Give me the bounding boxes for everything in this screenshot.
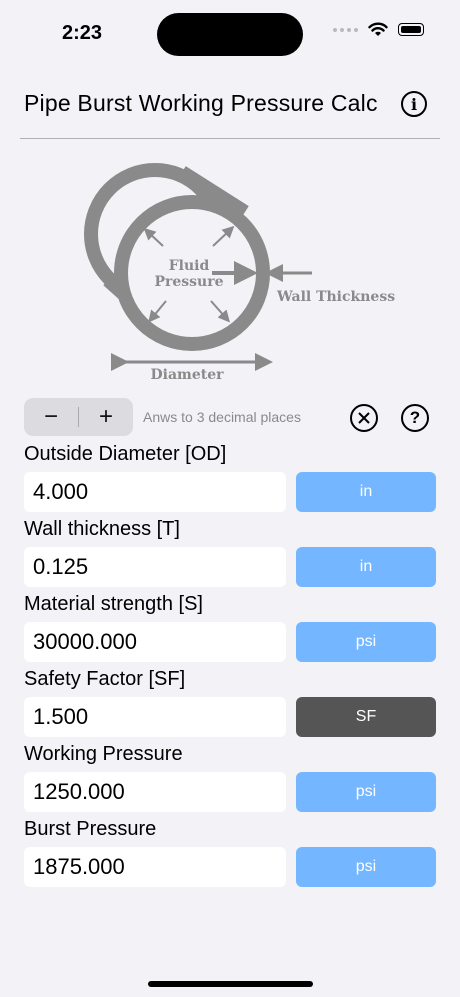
- wifi-icon: [368, 22, 388, 36]
- status-icons: [333, 22, 424, 37]
- help-button[interactable]: ?: [401, 404, 429, 432]
- page-title: Pipe Burst Working Pressure Calc: [24, 90, 378, 116]
- pipe-shape: [84, 163, 270, 351]
- clear-button[interactable]: [350, 404, 378, 432]
- burst-pressure-input[interactable]: 1875.000: [24, 847, 286, 887]
- fluid-label-2: Pressure: [154, 274, 223, 290]
- wall-thickness-unit-button[interactable]: in: [296, 547, 436, 587]
- wall-thickness-label-field: Wall thickness [T]: [24, 518, 180, 540]
- material-strength-label: Material strength [S]: [24, 593, 203, 615]
- burst-pressure-unit-button[interactable]: psi: [296, 847, 436, 887]
- od-unit-button[interactable]: in: [296, 472, 436, 512]
- od-input[interactable]: 4.000: [24, 472, 286, 512]
- material-strength-unit-button[interactable]: psi: [296, 622, 436, 662]
- precision-label: Anws to 3 decimal places: [143, 409, 301, 425]
- info-icon: i: [410, 94, 418, 114]
- working-pressure-label: Working Pressure: [24, 743, 183, 765]
- divider: [20, 138, 440, 139]
- working-pressure-unit-button[interactable]: psi: [296, 772, 436, 812]
- safety-factor-label: Safety Factor [SF]: [24, 668, 186, 690]
- burst-pressure-label: Burst Pressure: [24, 818, 157, 840]
- fluid-label-1: Fluid: [169, 258, 210, 274]
- working-pressure-input[interactable]: 1250.000: [24, 772, 286, 812]
- wall-thickness-label: Wall Thickness: [276, 289, 395, 305]
- wall-thickness-input[interactable]: 0.125: [24, 547, 286, 587]
- clear-icon: [358, 412, 370, 424]
- dynamic-island: [157, 13, 303, 56]
- info-button[interactable]: i: [401, 91, 427, 117]
- od-label: Outside Diameter [OD]: [24, 443, 227, 465]
- decrement-button[interactable]: −: [24, 398, 78, 436]
- battery-icon: [398, 23, 424, 36]
- material-strength-input[interactable]: 30000.000: [24, 622, 286, 662]
- pipe-diagram: Fluid Pressure Wall Thickness Diameter: [84, 163, 395, 383]
- home-indicator[interactable]: [148, 981, 313, 987]
- safety-factor-button[interactable]: SF: [296, 697, 436, 737]
- status-time: 2:23: [62, 22, 103, 44]
- help-icon: ?: [409, 408, 421, 427]
- status-bar: 2:23: [0, 0, 460, 70]
- diameter-label: Diameter: [150, 367, 224, 383]
- increment-button[interactable]: +: [79, 398, 133, 436]
- signal-icon: [333, 27, 358, 32]
- safety-factor-input[interactable]: 1.500: [24, 697, 286, 737]
- decimal-stepper[interactable]: − +: [24, 398, 133, 436]
